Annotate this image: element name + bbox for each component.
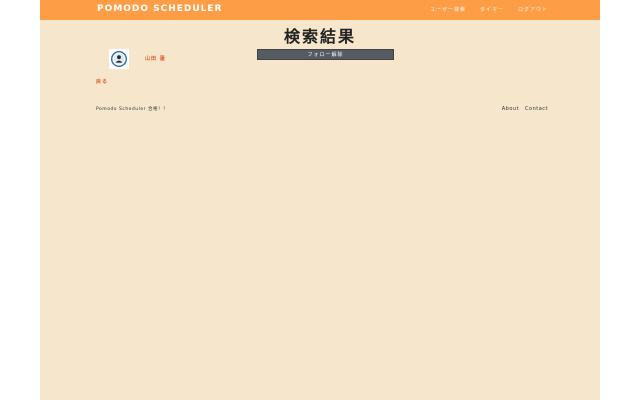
unfollow-button[interactable]: フォロー解除 [257,49,394,60]
footer-links: About Contact [502,106,548,112]
page-title: 検索結果 [283,27,356,46]
nav-links: ユーザー検索 タイマー ログアウト [430,6,548,13]
back-link[interactable]: 戻る [96,78,108,85]
footer-link-contact[interactable]: Contact [525,106,548,112]
page-container: POMODO SCHEDULER ユーザー検索 タイマー ログアウト 検索結果 … [40,0,600,400]
footer-copyright: Pomodo Scheduler 合格！！ [96,107,168,112]
user-avatar-icon [111,51,127,67]
footer-link-about[interactable]: About [502,106,519,112]
nav-link-user-search[interactable]: ユーザー検索 [430,6,466,13]
nav-link-logout[interactable]: ログアウト [518,6,548,13]
avatar[interactable] [109,49,129,69]
navbar: POMODO SCHEDULER ユーザー検索 タイマー ログアウト [40,0,600,20]
brand-logo[interactable]: POMODO SCHEDULER [97,4,222,14]
user-name-link[interactable]: 山田 蓮 [145,55,166,62]
nav-link-timer[interactable]: タイマー [480,6,504,13]
